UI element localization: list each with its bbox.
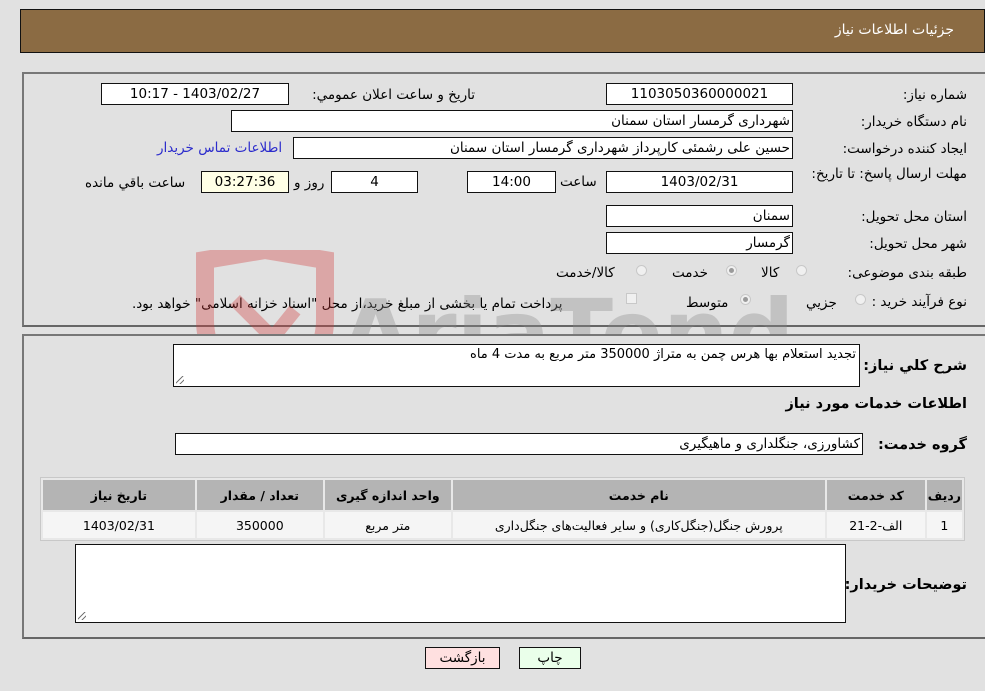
table-row: 1 الف-2-21 پرورش جنگل(جنگل‌کاری) و سایر … (43, 512, 962, 538)
buyer-notes-label: توضیحات خریدار: (844, 577, 967, 593)
creator-field[interactable]: حسین علی رشمئی کارپرداز شهرداری گرمسار ا… (293, 137, 793, 159)
announce-datetime-field[interactable]: 1403/02/27 - 10:17 (101, 83, 289, 105)
col-header-row-number: ردیف (926, 480, 962, 510)
print-button[interactable]: چاپ (519, 647, 581, 669)
description-textarea[interactable]: تجدید استعلام بها هرس چمن به متراژ 35000… (173, 344, 860, 387)
deadline-date-field[interactable]: 1403/02/31 (606, 171, 793, 193)
province-label: استان محل تحویل: (861, 209, 967, 225)
resize-grip-icon[interactable] (78, 612, 86, 620)
buyer-notes-textarea[interactable] (75, 544, 846, 623)
category-service-label: خدمت (672, 265, 708, 281)
cell-quantity: 350000 (196, 512, 323, 538)
col-header-service-code: کد خدمت (826, 480, 925, 510)
creator-label: ایجاد کننده درخواست: (842, 141, 967, 157)
page-title: جزئیات اطلاعات نیاز (834, 22, 954, 38)
back-button[interactable]: بازگشت (425, 647, 500, 669)
days-remaining-field[interactable]: 4 (331, 171, 418, 193)
table-header-row: ردیف کد خدمت نام خدمت واحد اندازه گیری ت… (43, 480, 962, 510)
need-number-label: شماره نیاز: (902, 87, 967, 103)
city-field[interactable]: گرمسار (606, 232, 793, 254)
deadline-time-field[interactable]: 14:00 (467, 171, 556, 193)
col-header-unit: واحد اندازه گیری (324, 480, 451, 510)
treasury-checkbox[interactable] (626, 293, 637, 304)
cell-row-number: 1 (926, 512, 962, 538)
category-radio-goods-service[interactable] (636, 265, 647, 276)
cell-need-date: 1403/02/31 (43, 512, 195, 538)
deadline-label: مهلت ارسال پاسخ: تا تاریخ: (811, 166, 967, 182)
service-group-field[interactable]: کشاورزی، جنگلداری و ماهیگیری (175, 433, 863, 455)
category-goods-label: کالا (761, 265, 780, 281)
province-field[interactable]: سمنان (606, 205, 793, 227)
services-heading: اطلاعات خدمات مورد نیاز (785, 396, 967, 412)
process-medium-label: متوسط (686, 295, 729, 311)
description-text: تجدید استعلام بها هرس چمن به متراژ 35000… (470, 347, 856, 362)
remaining-time-label: ساعت باقي مانده (85, 175, 186, 191)
cell-service-code: الف-2-21 (826, 512, 925, 538)
services-table: ردیف کد خدمت نام خدمت واحد اندازه گیری ت… (40, 477, 965, 541)
buyer-org-field[interactable]: شهرداری گرمسار استان سمنان (231, 110, 793, 132)
need-number-field[interactable]: 1103050360000021 (606, 83, 793, 105)
city-label: شهر محل تحویل: (869, 236, 967, 252)
category-label: طبقه بندی موضوعی: (847, 265, 967, 281)
service-group-label: گروه خدمت: (877, 437, 967, 453)
cell-service-name: پرورش جنگل(جنگل‌کاری) و سایر فعالیت‌های … (452, 512, 825, 538)
process-radio-minor[interactable] (855, 294, 866, 305)
announce-label: تاریخ و ساعت اعلان عمومي: (312, 87, 475, 103)
remaining-time-field[interactable]: 03:27:36 (201, 171, 289, 193)
process-radio-medium[interactable] (740, 294, 751, 305)
resize-grip-icon[interactable] (176, 376, 184, 384)
category-radio-goods[interactable] (796, 265, 807, 276)
buyer-contact-link[interactable]: اطلاعات تماس خریدار (157, 140, 282, 156)
page-header: جزئیات اطلاعات نیاز (20, 9, 985, 53)
treasury-note: پرداخت تمام یا بخشی از مبلغ خرید،از محل … (132, 296, 563, 312)
deadline-time-label: ساعت (560, 174, 597, 190)
col-header-quantity: تعداد / مقدار (196, 480, 323, 510)
col-header-need-date: تاریخ نیاز (43, 480, 195, 510)
buyer-org-label: نام دستگاه خریدار: (860, 114, 967, 130)
description-label: شرح کلي نیاز: (863, 358, 967, 374)
col-header-service-name: نام خدمت (452, 480, 825, 510)
days-label: روز و (294, 175, 325, 191)
category-goods-service-label: کالا/خدمت (556, 265, 615, 281)
process-minor-label: جزيي (806, 295, 837, 311)
process-label: نوع فرآیند خرید : (871, 294, 967, 310)
category-radio-service[interactable] (726, 265, 737, 276)
cell-unit: متر مربع (324, 512, 451, 538)
